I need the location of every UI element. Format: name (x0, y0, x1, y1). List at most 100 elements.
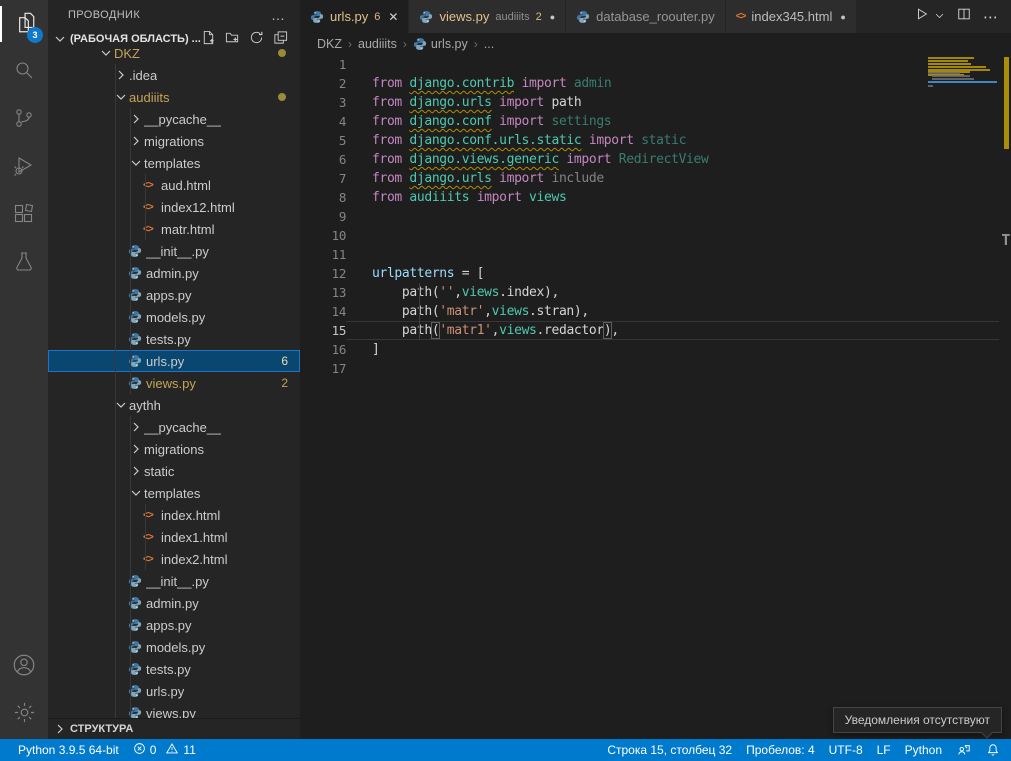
refresh-icon[interactable] (249, 30, 264, 48)
tree-item-tests.py[interactable]: tests.py (48, 658, 300, 680)
tree-item-migrations[interactable]: migrations (48, 130, 300, 152)
breadcrumb-item-urls.py[interactable]: urls.py (413, 37, 468, 51)
minimap[interactable] (928, 57, 997, 119)
tree-item-views.py[interactable]: views.py2 (48, 372, 300, 394)
code-line[interactable]: 7from django.urls import include (300, 169, 1011, 188)
indent-guide (115, 680, 116, 702)
code-line[interactable]: 1 (300, 55, 1011, 74)
code-line[interactable]: 17 (300, 359, 1011, 378)
tree-item-matr.html[interactable]: <>matr.html (48, 218, 300, 240)
overview-ruler-warning-bar[interactable] (1004, 57, 1009, 149)
tree-item-models.py[interactable]: models.py (48, 306, 300, 328)
tree-item-migrations[interactable]: migrations (48, 438, 300, 460)
tree-item-urls.py[interactable]: urls.py (48, 680, 300, 702)
gear-icon (12, 700, 37, 730)
tree-item-apps.py[interactable]: apps.py (48, 614, 300, 636)
code-line[interactable]: 13 path('',views.index), (300, 283, 1011, 302)
collapse-all-icon[interactable] (273, 30, 288, 48)
tab-database_roouter.py[interactable]: database_roouter.py (566, 0, 726, 33)
encoding-status[interactable]: UTF-8 (822, 739, 870, 761)
tree-item-__init__.py[interactable]: __init__.py (48, 240, 300, 262)
code-line[interactable]: 4from django.conf import settings (300, 112, 1011, 131)
tree-item-label: models.py (146, 310, 205, 325)
indentation-status[interactable]: Пробелов: 4 (739, 739, 822, 761)
tree-item-index1.html[interactable]: <>index1.html (48, 526, 300, 548)
code-line[interactable]: 3from django.urls import path (300, 93, 1011, 112)
editor-more-actions-icon[interactable]: ⋯ (983, 8, 999, 26)
feedback-icon[interactable] (949, 739, 979, 761)
indent-guide (130, 240, 131, 262)
run-dropdown-chevron-icon[interactable] (934, 8, 945, 26)
code-editor[interactable]: 12from django.contrib import admin3from … (300, 55, 1011, 739)
tree-item-index.html[interactable]: <>index.html (48, 504, 300, 526)
eol-status[interactable]: LF (870, 739, 898, 761)
activity-item-settings[interactable] (0, 691, 48, 739)
indent-guide (115, 218, 116, 240)
tree-item-.idea[interactable]: .idea (48, 64, 300, 86)
breadcrumb-item-...[interactable]: ... (484, 37, 494, 51)
tree-item-apps.py[interactable]: apps.py (48, 284, 300, 306)
tree-item-static[interactable]: static (48, 460, 300, 482)
tree-item-admin.py[interactable]: admin.py (48, 592, 300, 614)
tree-item-index2.html[interactable]: <>index2.html (48, 548, 300, 570)
tree-item-index12.html[interactable]: <>index12.html (48, 196, 300, 218)
tree-item-views.py[interactable]: views.py (48, 702, 300, 718)
tree-item-aythh[interactable]: aythh (48, 394, 300, 416)
new-file-icon[interactable] (201, 30, 216, 48)
tree-item-urls.py[interactable]: urls.py6 (48, 350, 300, 372)
tab-views.py[interactable]: views.pyaudiiits2● (409, 0, 566, 33)
code-line[interactable]: 8from audiiits import views (300, 188, 1011, 207)
workspace-section-header[interactable]: (РАБОЧАЯ ОБЛАСТЬ) ... (48, 30, 300, 48)
cursor-position-status[interactable]: Строка 15, столбец 32 (600, 739, 739, 761)
split-editor-button[interactable] (957, 7, 971, 26)
code-line[interactable]: 2from django.contrib import admin (300, 74, 1011, 93)
code-line[interactable]: 10 (300, 226, 1011, 245)
breadcrumb-item-audiiits[interactable]: audiiits (358, 37, 397, 51)
more-actions-icon[interactable]: … (271, 7, 286, 23)
tree-item-__pycache__[interactable]: __pycache__ (48, 416, 300, 438)
code-line[interactable]: 6from django.views.generic import Redire… (300, 150, 1011, 169)
tree-item-__pycache__[interactable]: __pycache__ (48, 108, 300, 130)
tree-item-audiiits[interactable]: audiiits (48, 86, 300, 108)
indent-guide (115, 262, 116, 284)
activity-item-extensions[interactable] (0, 192, 48, 240)
activity-item-run-debug[interactable] (0, 144, 48, 192)
code-line-text: ] (346, 340, 379, 359)
activity-item-source-control[interactable] (0, 96, 48, 144)
tree-item-admin.py[interactable]: admin.py (48, 262, 300, 284)
code-token: ] (372, 342, 379, 357)
code-line[interactable]: 11 (300, 245, 1011, 264)
code-line[interactable]: 16] (300, 340, 1011, 359)
code-line[interactable]: 14 path('matr',views.stran), (300, 302, 1011, 321)
new-folder-icon[interactable] (225, 30, 240, 48)
activity-item-explorer[interactable]: 3 (0, 0, 48, 48)
language-mode-status[interactable]: Python (898, 739, 949, 761)
tree-item-tests.py[interactable]: tests.py (48, 328, 300, 350)
code-line[interactable]: 5from django.conf.urls.static import sta… (300, 131, 1011, 150)
activity-item-account[interactable] (0, 643, 48, 691)
problems-status[interactable]: 0 11 (126, 739, 203, 761)
breadcrumb-item-DKZ[interactable]: DKZ (317, 37, 342, 51)
notifications-bell-icon[interactable] (979, 739, 1007, 761)
outline-section-header[interactable]: СТРУКТУРА (48, 718, 300, 739)
tree-item-models.py[interactable]: models.py (48, 636, 300, 658)
indent-guide (130, 482, 131, 504)
code-line-text: path('',views.index), (346, 283, 559, 302)
tree-item-__init__.py[interactable]: __init__.py (48, 570, 300, 592)
tree-item-aud.html[interactable]: <>aud.html (48, 174, 300, 196)
tree-item-DKZ[interactable]: DKZ (48, 48, 300, 64)
code-line[interactable]: 12urlpatterns = [ (300, 264, 1011, 283)
tree-item-templates[interactable]: templates (48, 482, 300, 504)
code-line[interactable]: 9 (300, 207, 1011, 226)
indent-guide (130, 570, 131, 592)
tree-item-templates[interactable]: templates (48, 152, 300, 174)
run-button[interactable] (915, 7, 929, 26)
code-line[interactable]: 15 path('matr1',views.redactor), (300, 321, 1011, 340)
tab-urls.py[interactable]: urls.py6✕ (300, 0, 409, 33)
python-interpreter-status[interactable]: Python 3.9.5 64-bit (11, 739, 126, 761)
tree-item-label: index2.html (161, 552, 227, 567)
tab-index345.html[interactable]: <>index345.html● (726, 0, 857, 33)
close-icon[interactable]: ✕ (388, 10, 398, 24)
activity-item-testing[interactable] (0, 240, 48, 288)
activity-item-search[interactable] (0, 48, 48, 96)
